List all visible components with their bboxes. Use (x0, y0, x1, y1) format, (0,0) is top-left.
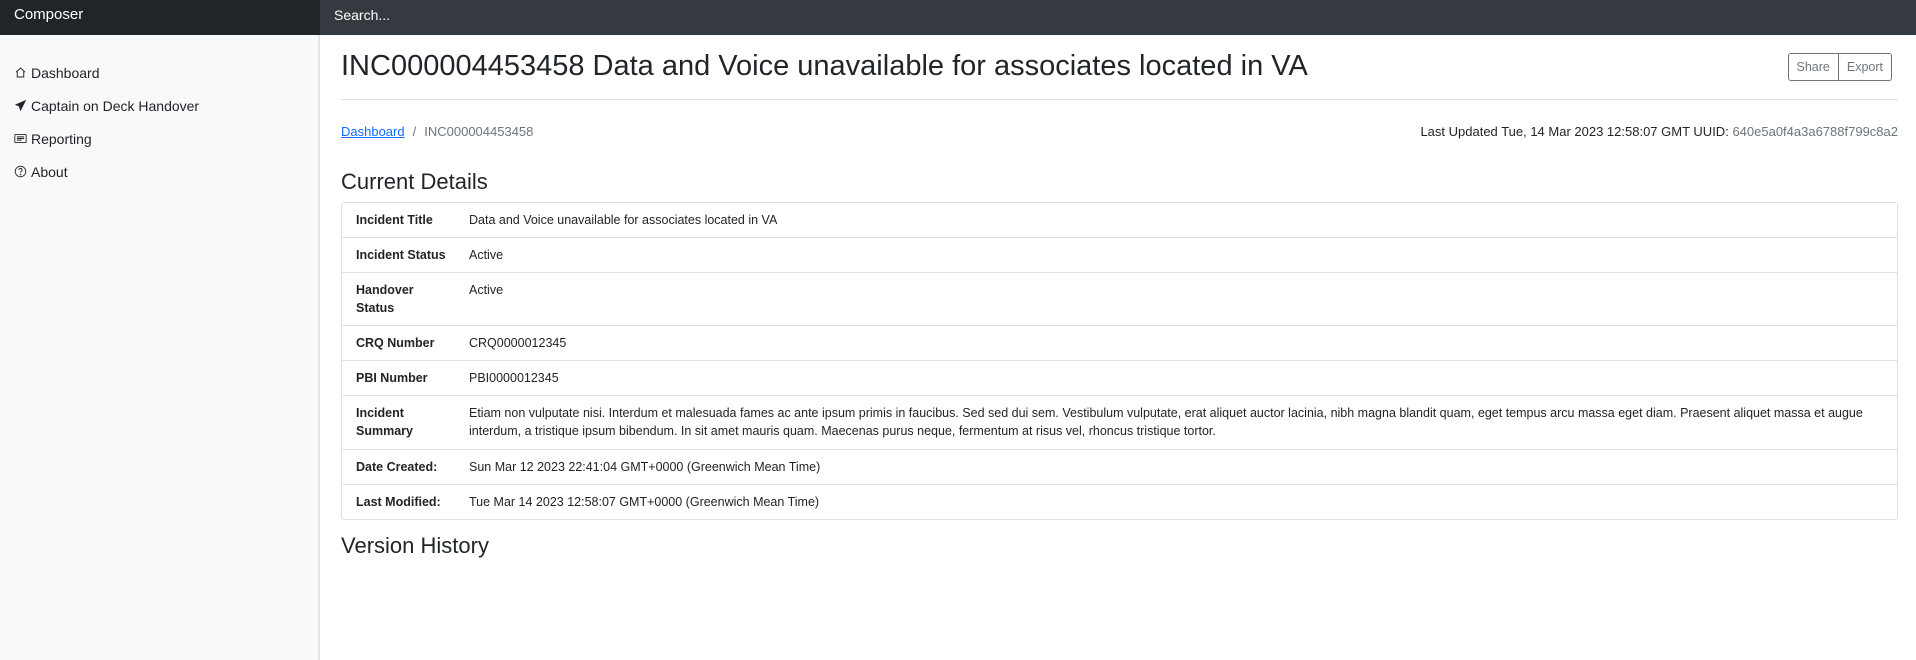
detail-label: Incident Title (356, 213, 433, 227)
detail-label: Incident Status (342, 237, 469, 272)
sidebar-nav: Dashboard Captain on Deck Handover Repor… (0, 35, 319, 188)
detail-value: Active (469, 237, 1897, 272)
detail-label: CRQ Number (342, 325, 469, 360)
sidebar-item-captain-on-deck-handover[interactable]: Captain on Deck Handover (0, 89, 319, 122)
detail-label: PBI Number (342, 360, 469, 395)
table-row: Incident Title Data and Voice unavailabl… (342, 203, 1897, 237)
table-row: Handover Status Active (342, 272, 1897, 325)
sidebar-item-label: About (31, 163, 68, 180)
detail-label: Handover Status (342, 272, 469, 325)
table-row: Date Created: Sun Mar 12 2023 22:41:04 G… (342, 449, 1897, 484)
sidebar-item-reporting[interactable]: Reporting (0, 122, 319, 155)
detail-value: CRQ0000012345 (469, 325, 1897, 360)
sidebar-item-label: Reporting (31, 130, 92, 147)
breadcrumb-row: Dashboard / INC000004453458 Last Updated… (341, 116, 1898, 146)
table-row: Last Modified: Tue Mar 14 2023 12:58:07 … (342, 484, 1897, 519)
share-button[interactable]: Share (1787, 53, 1839, 81)
search-input[interactable] (320, 0, 820, 30)
detail-label: Incident Summary (342, 395, 469, 449)
detail-value: Active (469, 272, 1897, 325)
details-table: Incident Title Data and Voice unavailabl… (341, 202, 1898, 520)
detail-value: Sun Mar 12 2023 22:41:04 GMT+0000 (Green… (469, 449, 1897, 484)
detail-label: Date Created: (342, 449, 469, 484)
detail-value: Etiam non vulputate nisi. Interdum et ma… (469, 395, 1897, 449)
main-content: INC000004453458 Data and Voice unavailab… (341, 35, 1898, 566)
sidebar: Dashboard Captain on Deck Handover Repor… (0, 35, 320, 660)
last-updated-label: Last Updated (1420, 124, 1498, 139)
breadcrumb-current: INC000004453458 (424, 124, 534, 139)
sidebar-item-label: Dashboard (31, 64, 100, 81)
table-row: CRQ Number CRQ0000012345 (342, 325, 1897, 360)
table-row: PBI Number PBI0000012345 (342, 360, 1897, 395)
top-navbar: Composer (0, 0, 1916, 35)
question-circle-icon (14, 165, 27, 178)
uuid-value: 640e5a0f4a3a6788f799c8a2 (1732, 124, 1898, 139)
current-details-heading: Current Details (341, 169, 488, 194)
detail-value: Data and Voice unavailable for associate… (469, 213, 778, 227)
sidebar-item-about[interactable]: About (0, 155, 319, 188)
last-updated: Last Updated Tue, 14 Mar 2023 12:58:07 G… (1420, 124, 1898, 139)
send-icon (14, 99, 27, 112)
breadcrumb-link-dashboard[interactable]: Dashboard (341, 124, 405, 139)
breadcrumb-separator: / (412, 124, 417, 139)
uuid-label: UUID: (1693, 124, 1729, 139)
sidebar-item-label: Captain on Deck Handover (31, 97, 200, 114)
card-text-icon (14, 133, 27, 144)
detail-value: Tue Mar 14 2023 12:58:07 GMT+0000 (Green… (469, 484, 1897, 519)
house-icon (15, 67, 26, 78)
table-row: Incident Summary Etiam non vulputate nis… (342, 395, 1897, 449)
sidebar-item-dashboard[interactable]: Dashboard (0, 56, 319, 89)
page-header: INC000004453458 Data and Voice unavailab… (341, 35, 1898, 100)
detail-label: Last Modified: (342, 484, 469, 519)
toolbar: Share Export (1787, 53, 1892, 81)
detail-value: PBI0000012345 (469, 360, 1897, 395)
export-button[interactable]: Export (1838, 53, 1892, 81)
table-row: Incident Status Active (342, 237, 1897, 272)
version-history-heading: Version History (341, 533, 489, 558)
page-title: INC000004453458 Data and Voice unavailab… (341, 50, 1308, 82)
last-updated-value: Tue, 14 Mar 2023 12:58:07 GMT (1501, 124, 1690, 139)
breadcrumb: Dashboard / INC000004453458 (341, 124, 533, 139)
brand-logo[interactable]: Composer (0, 0, 320, 35)
